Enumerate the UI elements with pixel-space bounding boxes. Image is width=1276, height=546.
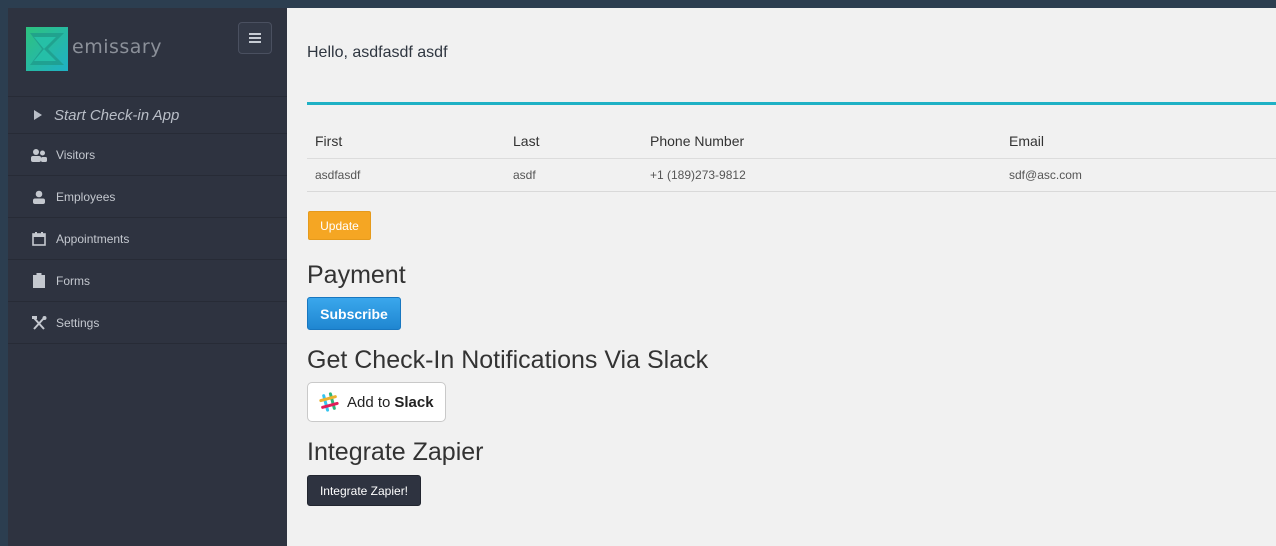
table-row: asdfasdf asdf +1 (189)273-9812 sdf@asc.c… [307, 158, 1276, 192]
column-header-first: First [307, 124, 505, 159]
table-header-row: First Last Phone Number Email [307, 124, 1276, 159]
subscribe-button[interactable]: Subscribe [307, 297, 401, 330]
update-button[interactable]: Update [308, 211, 371, 240]
calendar-icon [30, 231, 48, 247]
visitors-icon [30, 147, 48, 163]
sidebar-item-forms[interactable]: Forms [8, 260, 287, 302]
sidebar-item-employees[interactable]: Employees [8, 176, 287, 218]
sidebar-item-label: Appointments [56, 231, 130, 246]
sidebar-item-label: Forms [56, 273, 90, 288]
header-divider [307, 102, 1276, 105]
start-checkin-label: Start Check-in App [54, 106, 180, 124]
zapier-heading: Integrate Zapier [307, 438, 484, 466]
emissary-logo [26, 27, 68, 71]
app-frame: emissary Start Check-in App Visitors Emp… [8, 8, 1276, 546]
cell-phone: +1 (189)273-9812 [642, 158, 1001, 192]
brand-header: emissary [8, 8, 287, 96]
sidebar-item-label: Settings [56, 315, 100, 330]
sidebar-item-visitors[interactable]: Visitors [8, 134, 287, 176]
payment-heading: Payment [307, 261, 406, 289]
column-header-last: Last [505, 124, 642, 159]
slack-heading: Get Check-In Notifications Via Slack [307, 346, 709, 374]
sidebar-item-label: Visitors [56, 147, 96, 162]
brand-name: emissary [72, 36, 162, 58]
sidebar-item-appointments[interactable]: Appointments [8, 218, 287, 260]
add-to-slack-button[interactable]: Add to Slack [307, 382, 446, 422]
column-header-email: Email [1001, 124, 1276, 159]
menu-toggle-button[interactable] [238, 22, 272, 54]
sidebar-item-settings[interactable]: Settings [8, 302, 287, 344]
start-checkin-app-link[interactable]: Start Check-in App [8, 96, 287, 134]
tools-icon [30, 315, 48, 331]
sidebar-item-label: Employees [56, 189, 116, 204]
slack-button-brand: Slack [394, 393, 434, 411]
clipboard-icon [30, 273, 48, 289]
slack-icon [319, 392, 339, 412]
user-icon [30, 189, 48, 205]
sidebar: emissary Start Check-in App Visitors Emp… [8, 8, 287, 546]
cell-last: asdf [505, 158, 642, 192]
slack-button-prefix: Add to [347, 393, 391, 411]
integrate-zapier-button[interactable]: Integrate Zapier! [307, 475, 421, 506]
play-icon [32, 107, 44, 123]
cell-email: sdf@asc.com [1001, 158, 1276, 192]
user-table: First Last Phone Number Email asdfasdf a… [307, 124, 1276, 192]
greeting: Hello, asdfasdf asdf [307, 44, 448, 61]
main-content: Hello, asdfasdf asdf First Last Phone Nu… [287, 8, 1276, 546]
hamburger-icon [249, 33, 261, 43]
cell-first: asdfasdf [307, 158, 505, 192]
column-header-phone: Phone Number [642, 124, 1001, 159]
